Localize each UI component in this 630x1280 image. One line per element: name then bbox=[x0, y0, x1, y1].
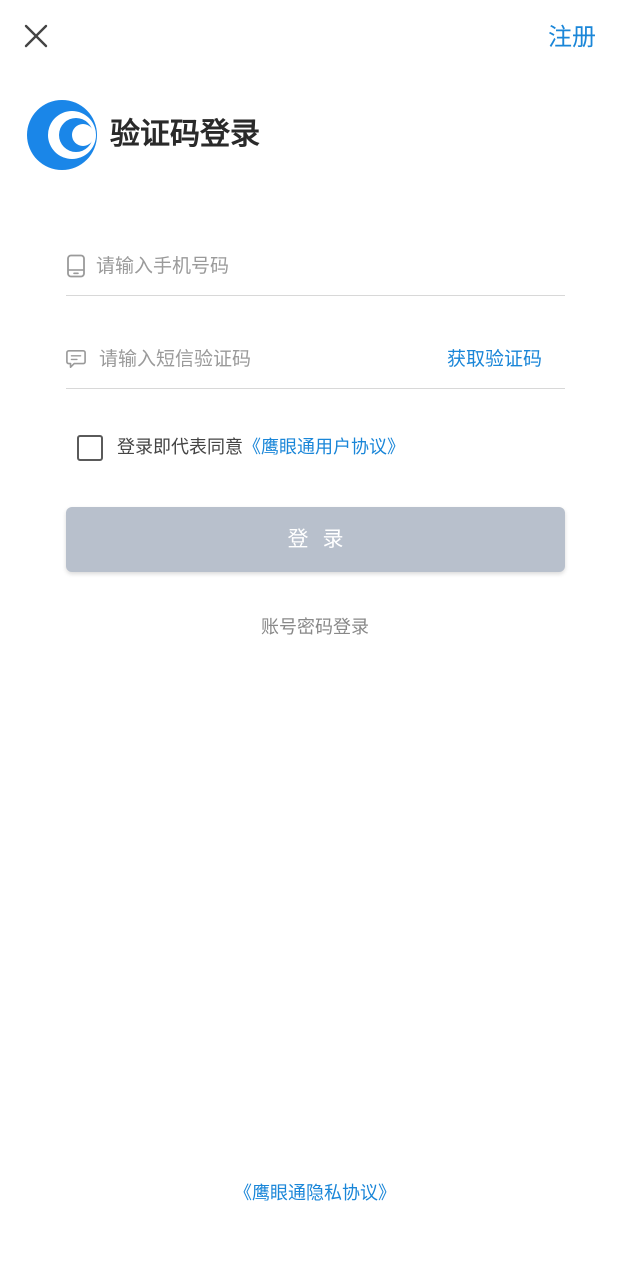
agreement-text: 登录即代表同意 bbox=[117, 437, 243, 458]
agreement-row: 登录即代表同意 《鹰眼通用户协议》 bbox=[77, 432, 405, 464]
close-button[interactable] bbox=[18, 18, 54, 54]
password-login-row: 账号密码登录 bbox=[0, 613, 630, 643]
app-logo bbox=[26, 99, 98, 171]
register-link[interactable]: 注册 bbox=[548, 20, 596, 54]
phone-field bbox=[66, 237, 565, 296]
get-code-button[interactable]: 获取验证码 bbox=[447, 344, 542, 374]
phone-input[interactable] bbox=[96, 247, 556, 285]
privacy-row: 《鹰眼通隐私协议》 bbox=[0, 1179, 630, 1209]
user-agreement-link[interactable]: 《鹰眼通用户协议》 bbox=[243, 433, 405, 463]
privacy-agreement-link[interactable]: 《鹰眼通隐私协议》 bbox=[234, 1183, 396, 1204]
sms-code-field: 获取验证码 bbox=[66, 330, 565, 389]
message-icon bbox=[66, 350, 86, 368]
phone-icon bbox=[67, 254, 85, 278]
password-login-link[interactable]: 账号密码登录 bbox=[261, 617, 369, 638]
close-icon bbox=[24, 24, 48, 48]
agreement-checkbox[interactable] bbox=[77, 435, 103, 461]
page-title: 验证码登录 bbox=[110, 117, 260, 152]
login-button[interactable]: 登录 bbox=[66, 507, 565, 572]
sms-code-input[interactable] bbox=[99, 340, 429, 378]
eagle-eye-logo-icon bbox=[27, 100, 97, 170]
